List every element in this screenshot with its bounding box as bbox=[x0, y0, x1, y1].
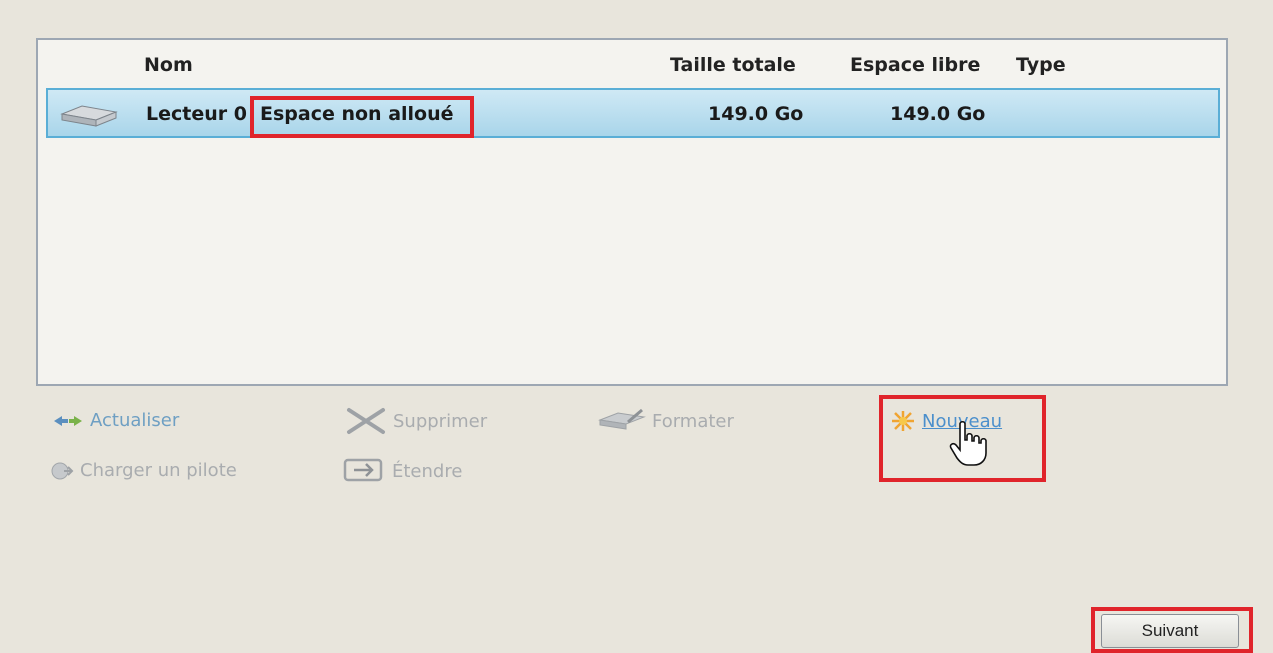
table-row[interactable]: Lecteur 0 Espace non alloué 149.0 Go 149… bbox=[46, 88, 1220, 138]
hard-drive-icon bbox=[58, 102, 118, 132]
load-driver-disc-icon bbox=[50, 461, 74, 481]
extend-link[interactable]: Étendre bbox=[342, 456, 462, 486]
refresh-link[interactable]: Actualiser bbox=[52, 410, 179, 431]
partition-list: Nom Taille totale Espace libre Type Lect… bbox=[36, 38, 1228, 386]
format-drive-icon bbox=[598, 408, 646, 434]
column-header-total-size[interactable]: Taille totale bbox=[670, 54, 796, 76]
extend-partition-icon bbox=[342, 456, 386, 486]
column-header-type[interactable]: Type bbox=[1016, 54, 1066, 76]
delete-link[interactable]: Supprimer bbox=[345, 406, 487, 436]
highlight-unallocated-space bbox=[250, 96, 474, 138]
column-header-free-space[interactable]: Espace libre bbox=[850, 54, 980, 76]
delete-x-icon bbox=[345, 406, 387, 436]
format-link[interactable]: Formater bbox=[598, 408, 734, 434]
next-button[interactable]: Suivant bbox=[1101, 614, 1239, 648]
refresh-label: Actualiser bbox=[90, 410, 180, 431]
column-header-name[interactable]: Nom bbox=[144, 54, 193, 76]
delete-label: Supprimer bbox=[393, 410, 488, 432]
extend-label: Étendre bbox=[392, 460, 463, 482]
refresh-arrows-icon bbox=[52, 412, 84, 430]
free-space-value: 149.0 Go bbox=[890, 103, 986, 125]
format-label: Formater bbox=[652, 410, 734, 432]
new-star-icon bbox=[890, 410, 916, 432]
load-driver-label: Charger un pilote bbox=[80, 460, 237, 481]
hand-cursor-icon bbox=[948, 420, 988, 472]
total-size-value: 149.0 Go bbox=[708, 103, 804, 125]
load-driver-link[interactable]: Charger un pilote bbox=[50, 460, 237, 481]
drive-label: Lecteur 0 bbox=[146, 103, 247, 125]
